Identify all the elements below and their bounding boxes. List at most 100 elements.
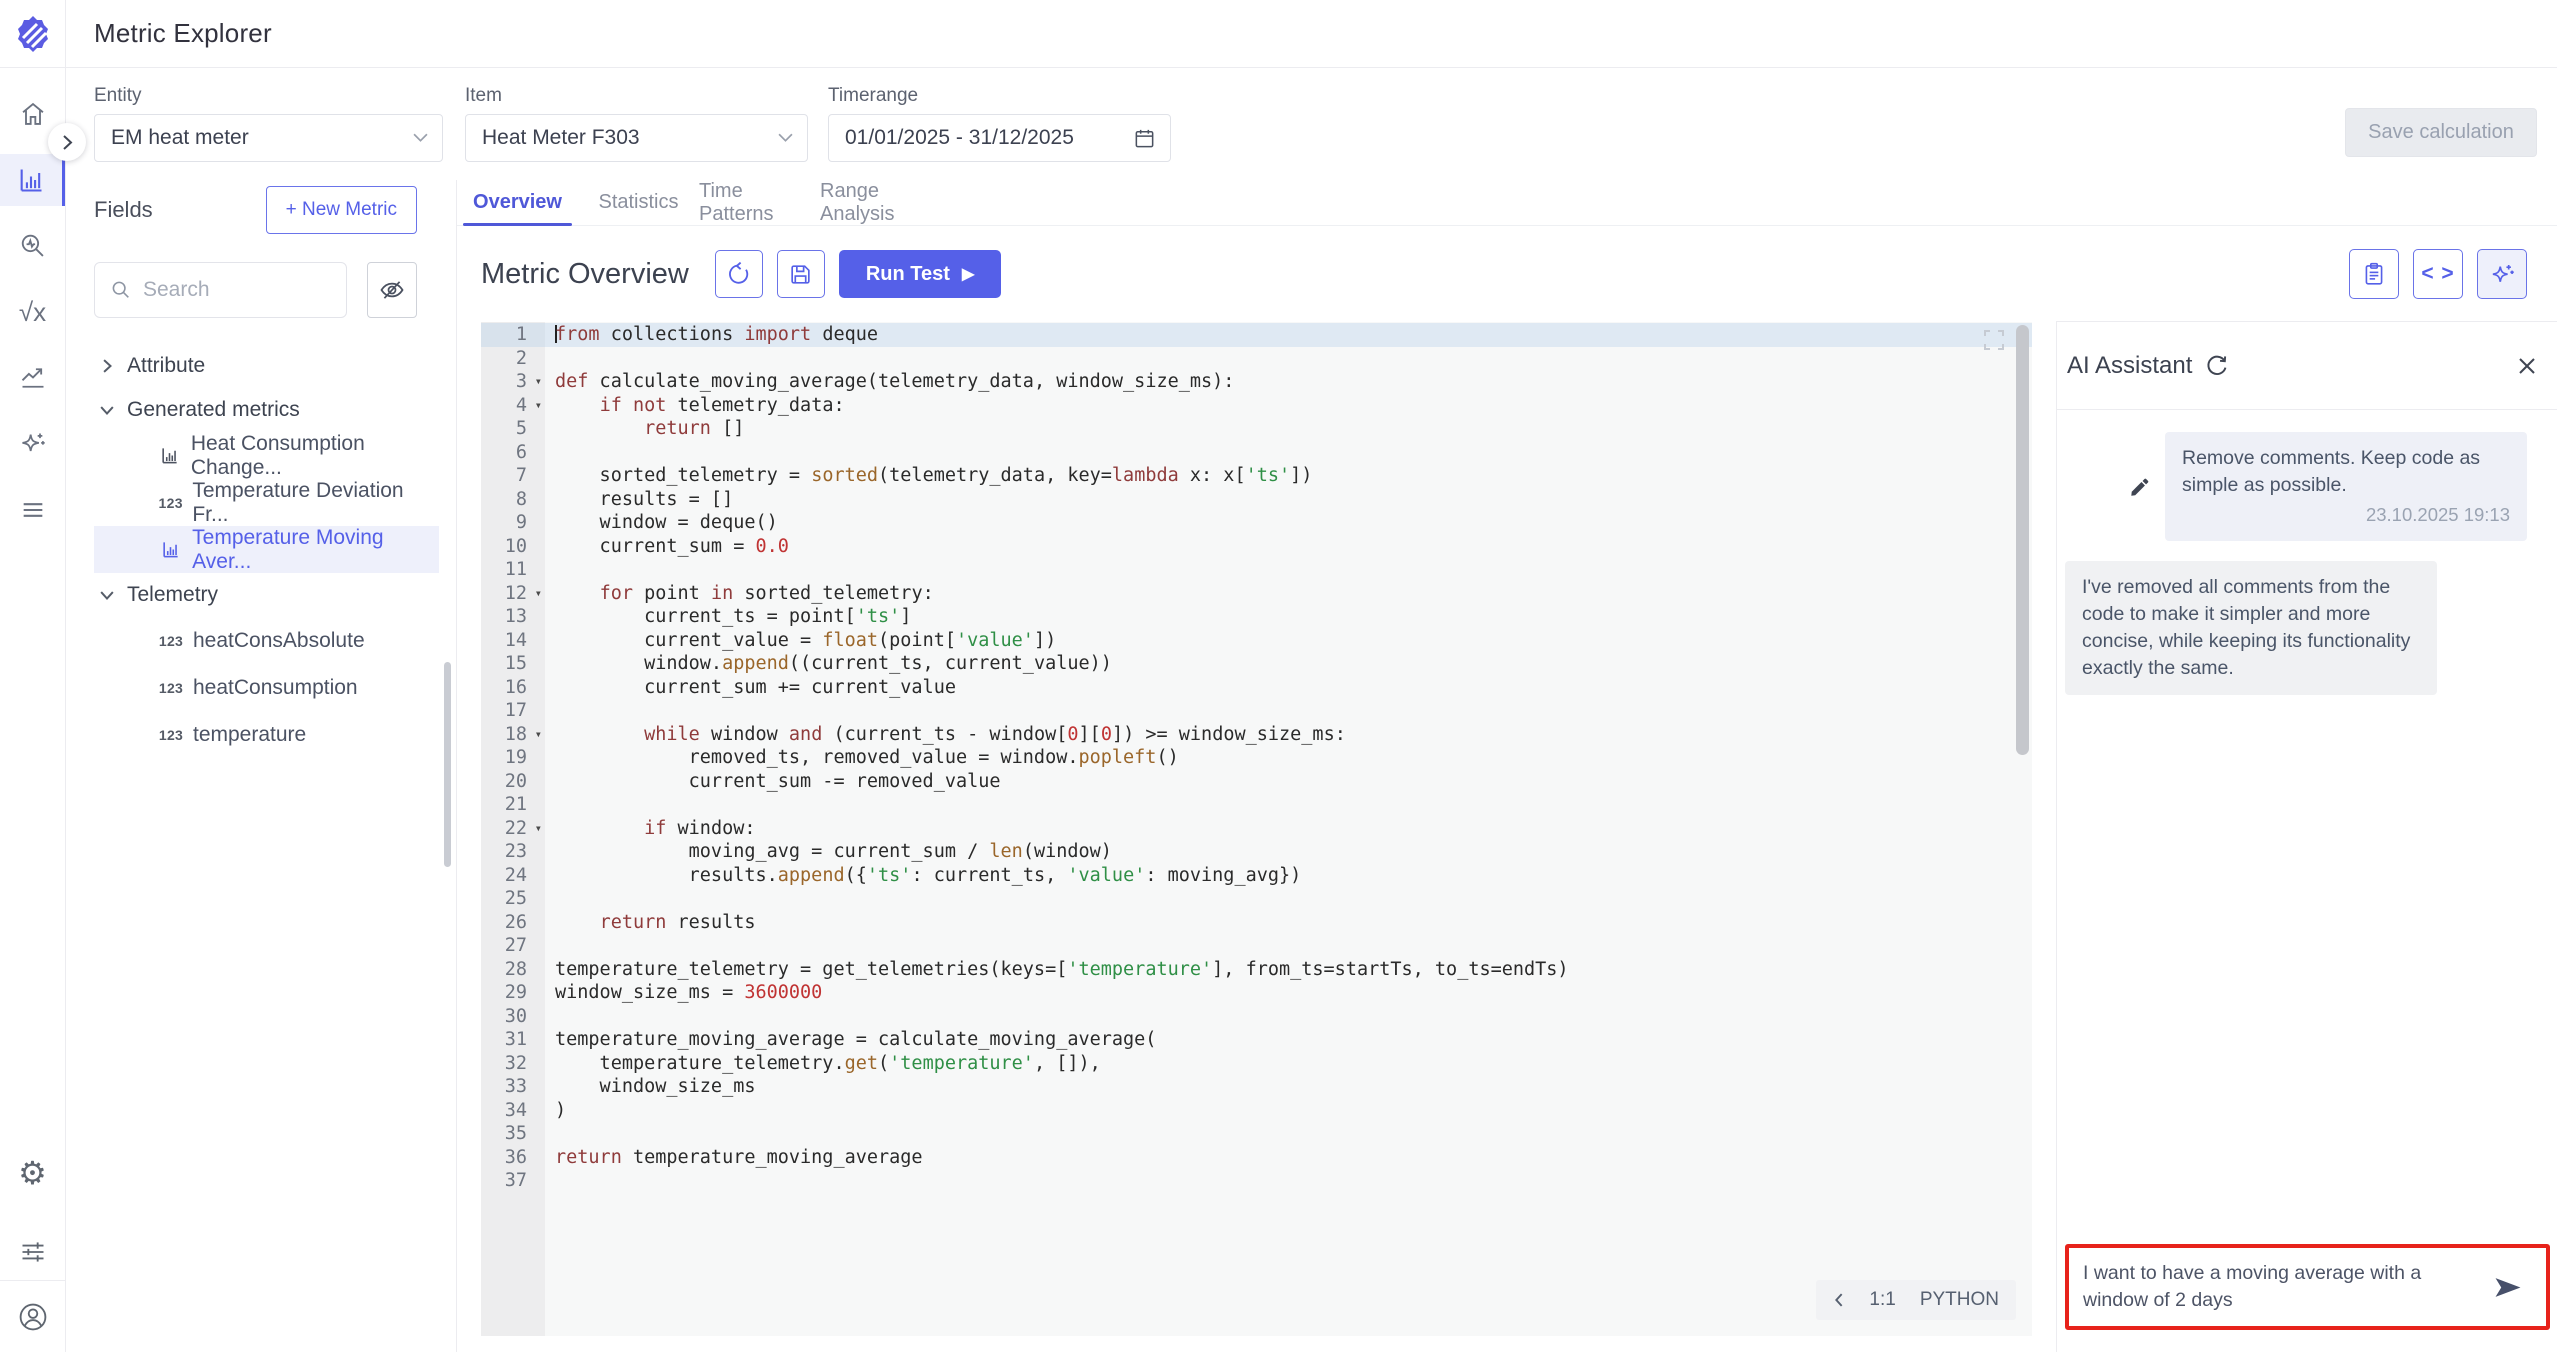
code-line[interactable]: 26 return results <box>481 911 2032 935</box>
sparkles-icon <box>19 430 47 458</box>
nav-item-preferences[interactable] <box>0 1224 65 1280</box>
chevron-down-icon <box>100 588 114 602</box>
nav-item-settings[interactable]: ⚙ <box>0 1145 65 1201</box>
tree-group-generated-metrics[interactable]: Generated metrics <box>94 388 439 432</box>
tree-item-heatconsumption[interactable]: 123heatConsumption <box>94 664 439 711</box>
save-metric-button[interactable] <box>777 250 825 298</box>
code-line[interactable]: 15 window.append((current_ts, current_va… <box>481 652 2032 676</box>
tree-group-label: Generated metrics <box>127 398 300 422</box>
nav-item-formula[interactable]: √x <box>0 286 65 338</box>
line-number: 28 <box>481 958 545 982</box>
code-line[interactable]: 9 window = deque() <box>481 511 2032 535</box>
code-line[interactable]: 32 temperature_telemetry.get('temperatur… <box>481 1052 2032 1076</box>
code-view-button[interactable]: < > <box>2413 249 2463 299</box>
code-line[interactable]: 11 <box>481 558 2032 582</box>
fullscreen-icon[interactable] <box>1982 328 2006 352</box>
tabs-row: OverviewStatisticsTime PatternsRange Ana… <box>457 180 2557 226</box>
code-line[interactable]: 10 current_sum = 0.0 <box>481 535 2032 559</box>
item-select[interactable]: Heat Meter F303 <box>465 114 808 162</box>
code-line[interactable]: 6 <box>481 441 2032 465</box>
hide-fields-button[interactable] <box>367 262 417 318</box>
code-line[interactable]: 13 current_ts = point['ts'] <box>481 605 2032 629</box>
tree-item-temperature-deviation-fr[interactable]: 123Temperature Deviation Fr... <box>94 479 439 526</box>
fold-marker[interactable]: ▾ <box>535 582 542 606</box>
search-input[interactable] <box>95 263 346 317</box>
code-line[interactable]: 23 moving_avg = current_sum / len(window… <box>481 840 2032 864</box>
code-text: ) <box>545 1099 566 1123</box>
new-metric-button[interactable]: + New Metric <box>266 186 417 234</box>
send-button[interactable] <box>2492 1274 2524 1301</box>
search-icon <box>110 279 132 301</box>
code-line[interactable]: 30 <box>481 1005 2032 1029</box>
chat-input[interactable]: I want to have a moving average with a w… <box>2083 1260 2483 1314</box>
fold-marker[interactable]: ▾ <box>535 370 542 394</box>
code-editor[interactable]: 1from collections import deque23▾def cal… <box>481 322 2032 1336</box>
fold-marker[interactable]: ▾ <box>535 817 542 841</box>
code-line[interactable]: 24 results.append({'ts': current_ts, 'va… <box>481 864 2032 888</box>
code-line[interactable]: 19 removed_ts, removed_value = window.po… <box>481 746 2032 770</box>
tree-group-attribute[interactable]: Attribute <box>94 344 439 388</box>
tab-overview[interactable]: Overview <box>457 180 578 225</box>
code-line[interactable]: 5 return [] <box>481 417 2032 441</box>
tab-range-analysis[interactable]: Range Analysis <box>820 180 941 225</box>
code-line[interactable]: 35 <box>481 1122 2032 1146</box>
tree-item-temperature[interactable]: 123temperature <box>94 711 439 758</box>
refresh-button[interactable] <box>715 250 763 298</box>
edit-message-button[interactable] <box>2129 476 2153 498</box>
code-line[interactable]: 34) <box>481 1099 2032 1123</box>
tab-statistics[interactable]: Statistics <box>578 180 699 225</box>
code-text <box>545 347 555 371</box>
code-line[interactable]: 18▾ while window and (current_ts - windo… <box>481 723 2032 747</box>
nav-item-ai-sparkles[interactable] <box>0 418 65 470</box>
fields-scrollbar[interactable] <box>444 662 451 867</box>
code-line[interactable]: 17 <box>481 699 2032 723</box>
code-line[interactable]: 27 <box>481 934 2032 958</box>
nav-item-account[interactable] <box>0 1281 65 1352</box>
code-line[interactable]: 31temperature_moving_average = calculate… <box>481 1028 2032 1052</box>
code-line[interactable]: 2 <box>481 347 2032 371</box>
nav-item-metric-explorer[interactable] <box>0 154 65 206</box>
language-label[interactable]: PYTHON <box>1920 1289 1999 1311</box>
nav-item-menu[interactable] <box>0 484 65 536</box>
code-line[interactable]: 12▾ for point in sorted_telemetry: <box>481 582 2032 606</box>
run-test-button[interactable]: Run Test ▶ <box>839 250 1001 298</box>
code-line[interactable]: 25 <box>481 887 2032 911</box>
code-line[interactable]: 28temperature_telemetry = get_telemetrie… <box>481 958 2032 982</box>
code-line[interactable]: 4▾ if not telemetry_data: <box>481 394 2032 418</box>
line-number: 29 <box>481 981 545 1005</box>
tree-item-heat-consumption-change[interactable]: Heat Consumption Change... <box>94 432 439 479</box>
code-line[interactable]: 37 <box>481 1169 2032 1193</box>
code-line[interactable]: 21 <box>481 793 2032 817</box>
fold-marker[interactable]: ▾ <box>535 394 542 418</box>
code-line[interactable]: 8 results = [] <box>481 488 2032 512</box>
code-line[interactable]: 7 sorted_telemetry = sorted(telemetry_da… <box>481 464 2032 488</box>
timerange-input[interactable]: 01/01/2025 - 31/12/2025 <box>828 114 1171 162</box>
ai-assistant-button[interactable] <box>2477 249 2527 299</box>
code-line[interactable]: 22▾ if window: <box>481 817 2032 841</box>
code-line[interactable]: 14 current_value = float(point['value']) <box>481 629 2032 653</box>
code-line[interactable]: 36return temperature_moving_average <box>481 1146 2032 1170</box>
tab-time-patterns[interactable]: Time Patterns <box>699 180 820 225</box>
editor-scrollbar[interactable] <box>2016 325 2029 755</box>
copy-code-button[interactable] <box>2349 249 2399 299</box>
tree-group-telemetry[interactable]: Telemetry <box>94 573 439 617</box>
code-line[interactable]: 16 current_sum += current_value <box>481 676 2032 700</box>
tree-item-temperature-moving-aver[interactable]: Temperature Moving Aver... <box>94 526 439 573</box>
save-calculation-button[interactable]: Save calculation <box>2345 108 2537 157</box>
code-line[interactable]: 29window_size_ms = 3600000 <box>481 981 2032 1005</box>
reset-chat-icon[interactable] <box>2204 353 2230 379</box>
code-line[interactable]: 3▾def calculate_moving_average(telemetry… <box>481 370 2032 394</box>
sidebar-expand-button[interactable] <box>48 123 86 161</box>
chevron-left-icon[interactable] <box>1833 1292 1845 1308</box>
entity-select[interactable]: EM heat meter <box>94 114 443 162</box>
code-line[interactable]: 1from collections import deque <box>481 323 2032 347</box>
code-text <box>545 793 555 817</box>
nav-item-trends[interactable] <box>0 352 65 404</box>
close-icon[interactable] <box>2515 354 2539 378</box>
code-line[interactable]: 20 current_sum -= removed_value <box>481 770 2032 794</box>
nav-item-metric-search[interactable] <box>0 220 65 272</box>
code-line[interactable]: 33 window_size_ms <box>481 1075 2032 1099</box>
app-logo[interactable] <box>0 0 65 68</box>
tree-item-heatconsabsolute[interactable]: 123heatConsAbsolute <box>94 617 439 664</box>
fold-marker[interactable]: ▾ <box>535 723 542 747</box>
